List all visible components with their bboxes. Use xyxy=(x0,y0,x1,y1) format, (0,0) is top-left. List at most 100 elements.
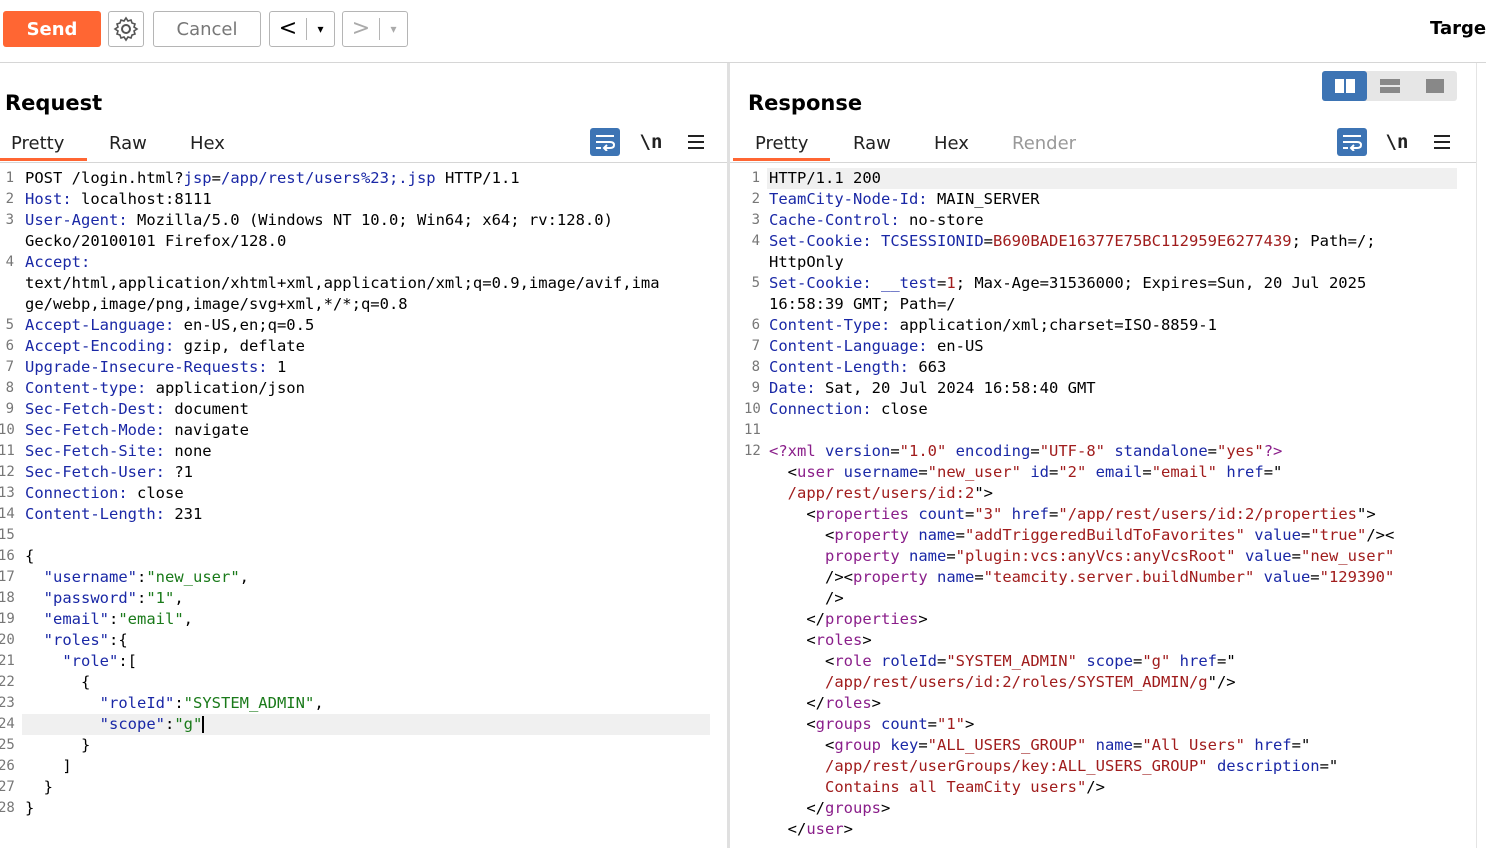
code-token: = xyxy=(965,505,975,523)
line-number: 12 xyxy=(0,464,15,480)
code-token: "1.0" xyxy=(899,442,947,460)
code-token: user xyxy=(806,820,844,838)
code-token: 231 xyxy=(164,505,203,523)
response-editor[interactable]: 1 HTTP/1.1 200 2 TeamCity-Node-Id: MAIN_SER… xyxy=(730,168,1476,848)
code-token: "scope" xyxy=(99,715,165,733)
forward-arrow-icon[interactable]: > xyxy=(343,12,379,46)
code-token: 16:58:39 GMT; Path=/ xyxy=(769,295,956,313)
forward-button-group[interactable]: > ▾ xyxy=(342,11,408,47)
word-wrap-icon xyxy=(596,135,616,151)
request-tab-raw[interactable]: Raw xyxy=(109,129,147,161)
code-text: Accept: xyxy=(25,252,90,273)
request-newline-toggle[interactable]: \n xyxy=(636,128,666,156)
back-arrow-icon[interactable]: < xyxy=(270,12,306,46)
line-number: 5 xyxy=(5,317,14,333)
response-wrap-toggle[interactable] xyxy=(1337,128,1367,156)
target-label[interactable]: Target xyxy=(1430,18,1486,39)
back-dropdown-icon[interactable]: ▾ xyxy=(307,22,334,36)
code-token: "/app/rest/users/id:2/properties xyxy=(1058,505,1357,523)
code-token: = xyxy=(1049,505,1059,523)
line-number: 12 xyxy=(744,443,761,459)
code-text: /app/rest/users/id:2/roles/SYSTEM_ADMIN/… xyxy=(769,672,1236,693)
code-token: href xyxy=(1244,736,1292,754)
code-token: "g" xyxy=(1142,652,1171,670)
code-token: > xyxy=(881,799,891,817)
code-token: :[ xyxy=(118,652,137,670)
code-token: = xyxy=(918,463,928,481)
code-token: "plugin:vcs:anyVcs:anyVcsRoot" xyxy=(955,547,1236,565)
code-token: properties xyxy=(825,610,919,628)
line-number: 23 xyxy=(0,695,15,711)
layout-side-by-side-button[interactable] xyxy=(1322,71,1367,101)
code-token: ; Max-Age=31536000; Expires=Sun, 20 Jul … xyxy=(955,274,1367,292)
code-token: > xyxy=(843,820,853,838)
line-number: 8 xyxy=(751,359,760,375)
response-tab-hex[interactable]: Hex xyxy=(934,129,969,161)
code-token: = xyxy=(1300,526,1311,544)
code-text: Sec-Fetch-Site: none xyxy=(25,441,212,462)
code-token: ?> xyxy=(1263,442,1283,460)
line-number: 10 xyxy=(744,401,761,417)
right-scrollbar[interactable] xyxy=(1476,63,1486,848)
code-token: Accept-Encoding: xyxy=(25,337,175,355)
settings-gear-button[interactable] xyxy=(108,11,144,47)
code-text: <groups count="1"> xyxy=(769,714,974,735)
code-token: </ xyxy=(769,820,807,838)
code-token: Upgrade-Insecure-Requests: xyxy=(25,358,268,376)
code-token: "> xyxy=(974,484,993,502)
code-token: </ xyxy=(769,799,825,817)
code-token: <?xml xyxy=(769,442,816,460)
line-number: 27 xyxy=(0,779,15,795)
layout-stacked-button[interactable] xyxy=(1367,71,1412,101)
request-tab-pretty[interactable]: Pretty xyxy=(0,129,87,161)
code-token: role xyxy=(834,652,872,670)
code-token: "email" xyxy=(1151,463,1218,481)
code-token: roleId xyxy=(871,652,937,670)
code-token: HTTP/1.1 xyxy=(435,169,520,187)
code-token: "yes" xyxy=(1217,442,1264,460)
code-token: Content-Length: xyxy=(769,358,909,376)
code-text: Gecko/20100101 Firefox/128.0 xyxy=(25,231,286,252)
code-text: /app/rest/users/id:2"> xyxy=(769,483,993,504)
back-button-group[interactable]: < ▾ xyxy=(269,11,335,47)
request-editor[interactable]: 1 POST /login.html?jsp=/app/rest/users%23… xyxy=(0,168,727,848)
code-text: <properties count="3" href="/app/rest/us… xyxy=(769,504,1375,525)
response-tab-render[interactable]: Render xyxy=(1012,129,1076,161)
code-text: /> xyxy=(769,588,844,609)
line-number: 16 xyxy=(0,548,15,564)
request-menu-button[interactable] xyxy=(681,128,711,156)
code-text: /><property name="teamcity.server.buildN… xyxy=(769,567,1394,588)
code-text: Sec-Fetch-Dest: document xyxy=(25,399,249,420)
forward-dropdown-icon[interactable]: ▾ xyxy=(380,22,407,36)
code-text: Content-type: application/json xyxy=(25,378,305,399)
line-number: 15 xyxy=(0,527,15,543)
code-token: </ xyxy=(769,694,825,712)
cancel-button[interactable]: Cancel xyxy=(153,11,261,47)
line-number: 7 xyxy=(5,359,14,375)
code-text: } xyxy=(25,735,90,756)
send-button[interactable]: Send xyxy=(3,11,101,47)
text-cursor xyxy=(202,716,205,733)
request-tab-hex[interactable]: Hex xyxy=(190,129,225,161)
code-token: "ALL_USERS_GROUP" xyxy=(927,736,1087,754)
response-newline-toggle[interactable]: \n xyxy=(1382,128,1412,156)
code-token: href xyxy=(1170,652,1217,670)
request-wrap-toggle[interactable] xyxy=(590,128,620,156)
response-tab-raw[interactable]: Raw xyxy=(853,129,891,161)
code-text: HTTP/1.1 200 xyxy=(769,168,881,189)
code-text: Date: Sat, 20 Jul 2024 16:58:40 GMT xyxy=(769,378,1096,399)
response-menu-button[interactable] xyxy=(1427,128,1457,156)
code-text: Content-Language: en-US xyxy=(769,336,984,357)
layout-single-button[interactable] xyxy=(1412,71,1457,101)
code-token: navigate xyxy=(164,421,249,439)
code-token: property xyxy=(834,526,909,544)
code-token: MAIN_SERVER xyxy=(927,190,1040,208)
code-token: =" xyxy=(1217,652,1236,670)
code-token: Sec-Fetch-User: xyxy=(25,463,165,481)
code-token: document xyxy=(164,400,249,418)
response-tab-pretty[interactable]: Pretty xyxy=(733,129,830,161)
